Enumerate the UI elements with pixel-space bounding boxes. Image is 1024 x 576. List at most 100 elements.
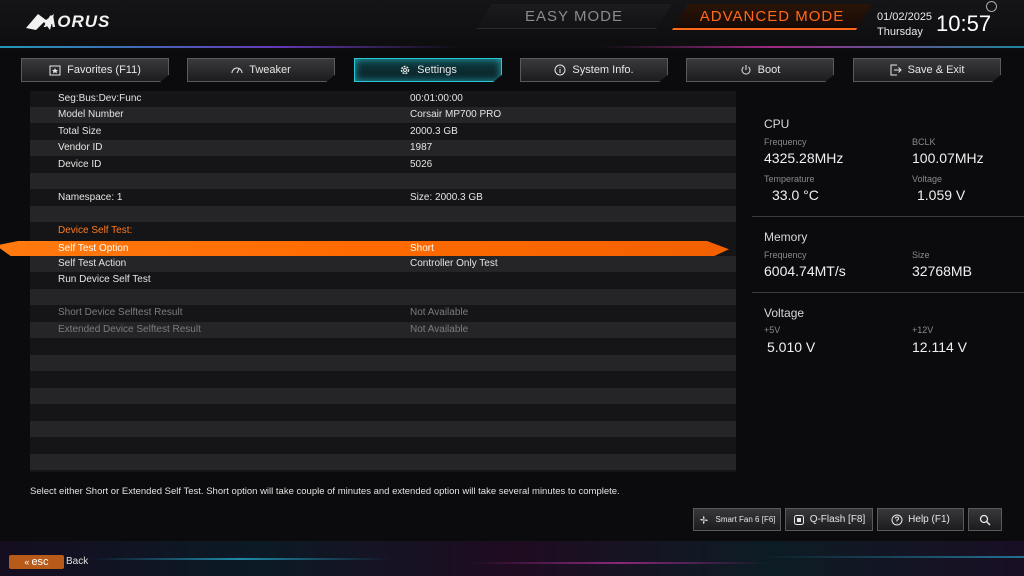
row-label: Device ID — [58, 159, 102, 170]
row-label: Run Device Self Test — [58, 274, 151, 285]
row-value: Corsair MP700 PRO — [410, 109, 502, 120]
tab-tweaker[interactable]: Tweaker — [187, 58, 335, 82]
clock-text: 10:57 — [936, 11, 992, 36]
tab-settings[interactable]: Settings — [354, 58, 502, 82]
row-label: Model Number — [58, 109, 124, 120]
row-value: Controller Only Test — [410, 258, 498, 269]
aorus-logo-text: AORUS — [44, 12, 111, 31]
table-row: Vendor ID 1987 — [30, 140, 736, 156]
row-label: Self Test Action — [58, 258, 127, 269]
back-label: Back — [66, 556, 89, 567]
bclk-value: 100.07MHz — [912, 150, 984, 166]
row-label: Vendor ID — [58, 142, 103, 153]
row-value: 1987 — [410, 142, 433, 153]
day-text: Thursday — [877, 26, 923, 38]
tab-label: Favorites (F11) — [67, 64, 141, 76]
row-label: Self Test Option — [58, 243, 129, 254]
tab-save-exit[interactable]: Save & Exit — [853, 58, 1001, 82]
row-label: Extended Device Selftest Result — [58, 324, 201, 335]
v12-value: 12.114 V — [912, 339, 968, 355]
info-icon — [554, 64, 566, 76]
easy-mode-tab[interactable]: EASY MODE — [476, 4, 672, 29]
tab-label: Save & Exit — [907, 64, 965, 76]
voltage-title: Voltage — [764, 306, 805, 320]
chevron-left-icon: « — [24, 557, 30, 567]
empty-row — [30, 437, 736, 453]
table-row: Seg:Bus:Dev:Func 00:01:00:00 — [30, 91, 736, 107]
empty-row — [30, 454, 736, 470]
help-icon — [891, 514, 903, 525]
row-value: Short — [410, 243, 434, 254]
help-description: Select either Short or Extended Self Tes… — [30, 486, 620, 497]
cpu-frequency-label: Frequency — [764, 137, 807, 147]
table-row: Extended Device Selftest Result Not Avail… — [30, 322, 736, 338]
divider — [752, 292, 1024, 293]
memory-frequency-label: Frequency — [764, 250, 807, 260]
help-button[interactable]: Help (F1) — [877, 508, 964, 531]
v12-label: +12V — [912, 325, 934, 335]
tab-label: Tweaker — [249, 64, 291, 76]
speedometer-icon — [231, 67, 243, 74]
empty-row — [30, 371, 736, 387]
table-row — [30, 173, 736, 189]
section-header: Device Self Test: — [30, 223, 736, 239]
row-label: Namespace: 1 — [58, 192, 123, 203]
exit-icon — [890, 64, 902, 76]
advanced-mode-tab[interactable]: ADVANCED MODE — [672, 4, 872, 30]
row-label: Seg:Bus:Dev:Func — [58, 93, 142, 104]
self-test-action-row[interactable]: Self Test Action Controller Only Test — [30, 256, 736, 272]
table-row — [30, 206, 736, 222]
decorative-glow-line — [600, 46, 1024, 48]
row-label: Total Size — [58, 126, 102, 137]
decorative-glow-line — [760, 556, 1024, 558]
tab-favorites[interactable]: Favorites (F11) — [21, 58, 169, 82]
hardware-monitor-panel: CPU Frequency 4325.28MHz BCLK 100.07MHz … — [752, 103, 1024, 363]
empty-row — [30, 404, 736, 420]
smart-fan-button[interactable]: Smart Fan 6 [F6] — [693, 508, 781, 531]
decorative-glow-line — [0, 46, 460, 48]
divider — [752, 216, 1024, 217]
empty-row — [30, 421, 736, 437]
table-row: Total Size 2000.3 GB — [30, 124, 736, 140]
memory-size-value: 32768MB — [912, 263, 972, 279]
power-icon — [741, 65, 751, 75]
qflash-label: Q-Flash [F8] — [809, 514, 866, 525]
run-self-test-row[interactable]: Run Device Self Test — [30, 272, 736, 288]
empty-row — [30, 388, 736, 404]
table-row: Namespace: 1 Size: 2000.3 GB — [30, 190, 736, 206]
search-button[interactable] — [968, 508, 1002, 531]
settings-icon[interactable] — [986, 1, 997, 12]
decorative-glow-line — [470, 562, 770, 564]
qflash-button[interactable]: Q-Flash [F8] — [785, 508, 873, 531]
fan-icon — [700, 515, 709, 524]
cpu-voltage-value: 1.059 V — [917, 187, 966, 203]
esc-label: esc — [31, 556, 49, 568]
row-label: Short Device Selftest Result — [58, 307, 183, 318]
row-value: 2000.3 GB — [410, 126, 458, 137]
v5-value: 5.010 V — [767, 339, 816, 355]
row-value: Not Available — [410, 307, 469, 318]
cpu-temperature-label: Temperature — [764, 174, 815, 184]
tab-boot[interactable]: Boot — [686, 58, 834, 82]
self-test-option-row[interactable]: Self Test Option Short — [0, 241, 729, 256]
memory-frequency-value: 6004.74MT/s — [764, 263, 846, 279]
table-row: Short Device Selftest Result Not Availabl… — [30, 305, 736, 321]
bclk-label: BCLK — [912, 137, 936, 147]
gear-icon — [400, 65, 410, 75]
date-text: 01/02/2025 — [877, 11, 933, 23]
table-row: Model Number Corsair MP700 PRO — [30, 107, 736, 123]
help-label: Help (F1) — [908, 514, 950, 525]
chip-icon — [793, 514, 804, 525]
search-icon — [979, 514, 991, 526]
table-row: Device ID 5026 — [30, 157, 736, 173]
v5-label: +5V — [764, 325, 781, 335]
top-bar: AORUS EASY MODE ADVANCED MODE 01/02/2025… — [0, 0, 1024, 50]
table-row — [30, 289, 736, 305]
row-value: 00:01:00:00 — [410, 93, 463, 104]
esc-button[interactable]: « esc — [9, 555, 64, 569]
memory-size-label: Size — [912, 250, 930, 260]
tab-system-info[interactable]: System Info. — [520, 58, 668, 82]
cpu-title: CPU — [764, 117, 790, 131]
cpu-temperature-value: 33.0 °C — [772, 187, 819, 203]
tab-label: Boot — [757, 64, 781, 76]
